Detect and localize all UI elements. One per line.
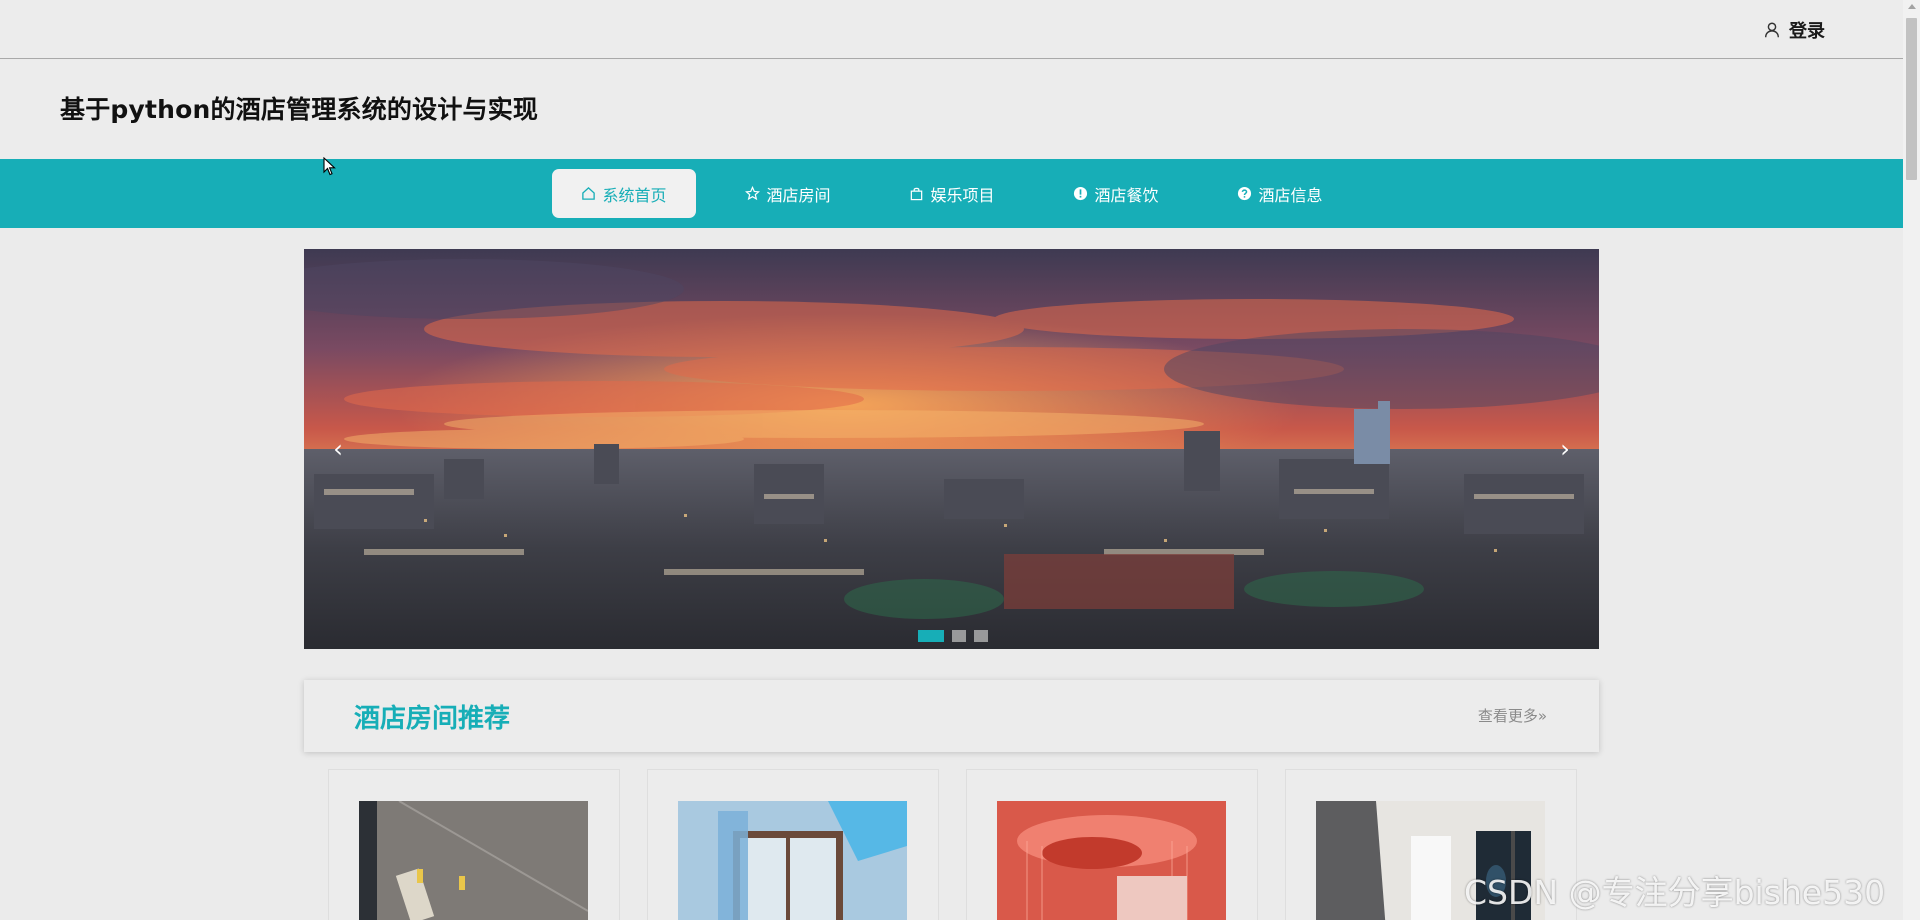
room-image [678,801,907,920]
bag-icon [911,187,923,201]
nav-item-label: 娱乐项目 [930,185,995,205]
question-circle-icon [1238,186,1252,201]
view-more-link[interactable]: 查看更多» [1478,705,1547,726]
nav-item-rooms[interactable]: 酒店房间 [728,169,848,218]
nav-item-label: 系统首页 [602,185,667,205]
room-recommend-header: 酒店房间推荐 查看更多» [304,680,1599,752]
home-icon [582,186,596,200]
banner-carousel[interactable]: ‹ › [304,249,1599,649]
city-sunset-image [304,249,1599,649]
main-nav: 系统首页 酒店房间 娱乐项目 酒店餐饮 酒店信息 [0,159,1903,228]
carousel-dot-3[interactable] [974,630,988,642]
page-scrollbar[interactable] [1903,0,1920,920]
top-bar: 登录 [0,0,1903,59]
nav-item-label: 酒店房间 [766,185,831,205]
mouse-cursor-icon [323,157,336,176]
nav-item-entertainment[interactable]: 娱乐项目 [892,169,1012,218]
room-card[interactable] [328,769,620,920]
carousel-indicators [918,630,988,642]
room-card[interactable] [647,769,939,920]
nav-item-label: 酒店餐饮 [1094,185,1159,205]
scroll-up-arrow-icon[interactable] [1908,4,1916,9]
carousel-prev-arrow[interactable]: ‹ [326,435,350,463]
room-image [359,801,588,920]
scrollbar-thumb[interactable] [1906,18,1917,180]
nav-item-home[interactable]: 系统首页 [552,169,696,218]
room-image [997,801,1226,920]
nav-item-label: 酒店信息 [1258,185,1323,205]
nav-item-dining[interactable]: 酒店餐饮 [1056,169,1176,218]
carousel-next-arrow[interactable]: › [1553,435,1577,463]
title-band: 基于python的酒店管理系统的设计与实现 [0,60,1903,159]
carousel-dot-2[interactable] [952,630,966,642]
carousel-dot-1[interactable] [918,630,944,642]
room-card[interactable] [966,769,1258,920]
login-link[interactable]: 登录 [1763,17,1825,43]
csdn-watermark: CSDN @专注分享bishe530 [1464,873,1886,912]
login-label: 登录 [1789,21,1825,42]
nav-item-hotel-info[interactable]: 酒店信息 [1220,169,1340,218]
user-icon [1764,22,1780,38]
star-icon [745,186,761,201]
site-title: 基于python的酒店管理系统的设计与实现 [60,95,539,124]
info-circle-icon [1074,186,1088,201]
section-title: 酒店房间推荐 [354,704,511,734]
